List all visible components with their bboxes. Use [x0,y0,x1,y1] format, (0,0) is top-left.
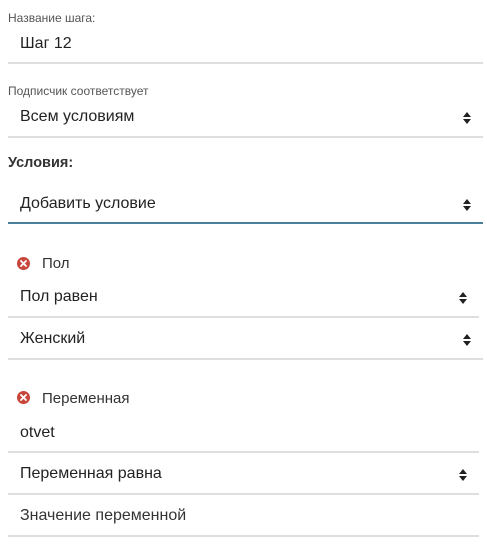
remove-condition-icon[interactable] [17,391,30,404]
subscriber-match-select[interactable]: Всем условиям [8,101,483,138]
remove-condition-icon[interactable] [17,257,30,270]
subscriber-match-value: Всем условиям [20,108,135,125]
condition-operator-value: Пол равен [20,288,98,305]
condition-title: Переменная [42,390,130,407]
conditions-title: Условия: [8,155,74,171]
condition-operator-value: Переменная равна [20,465,162,482]
sort-arrows-icon [459,292,467,304]
variable-name-input[interactable]: otvet [8,415,479,453]
variable-name-value: otvet [20,424,55,441]
sort-arrows-icon [459,469,467,481]
condition-operator-select[interactable]: Переменная равна [8,456,479,495]
condition-operator-select[interactable]: Пол равен [8,280,479,318]
step-name-value: Шаг 12 [20,35,72,52]
variable-value-placeholder: Значение переменной [20,507,187,524]
sort-arrows-icon [463,199,471,211]
sort-arrows-icon [463,112,471,124]
step-name-input[interactable]: Шаг 12 [8,28,483,64]
variable-value-input[interactable]: Значение переменной [8,498,479,537]
step-name-label: Название шага: [8,11,96,25]
sort-arrows-icon [463,334,471,346]
condition-value-select[interactable]: Женский [8,320,483,360]
subscriber-match-label: Подписчик соответствует [8,84,149,98]
condition-value: Женский [20,330,86,347]
condition-title: Пол [42,255,70,272]
add-condition-value: Добавить условие [20,195,156,212]
add-condition-select[interactable]: Добавить условие [8,186,483,224]
